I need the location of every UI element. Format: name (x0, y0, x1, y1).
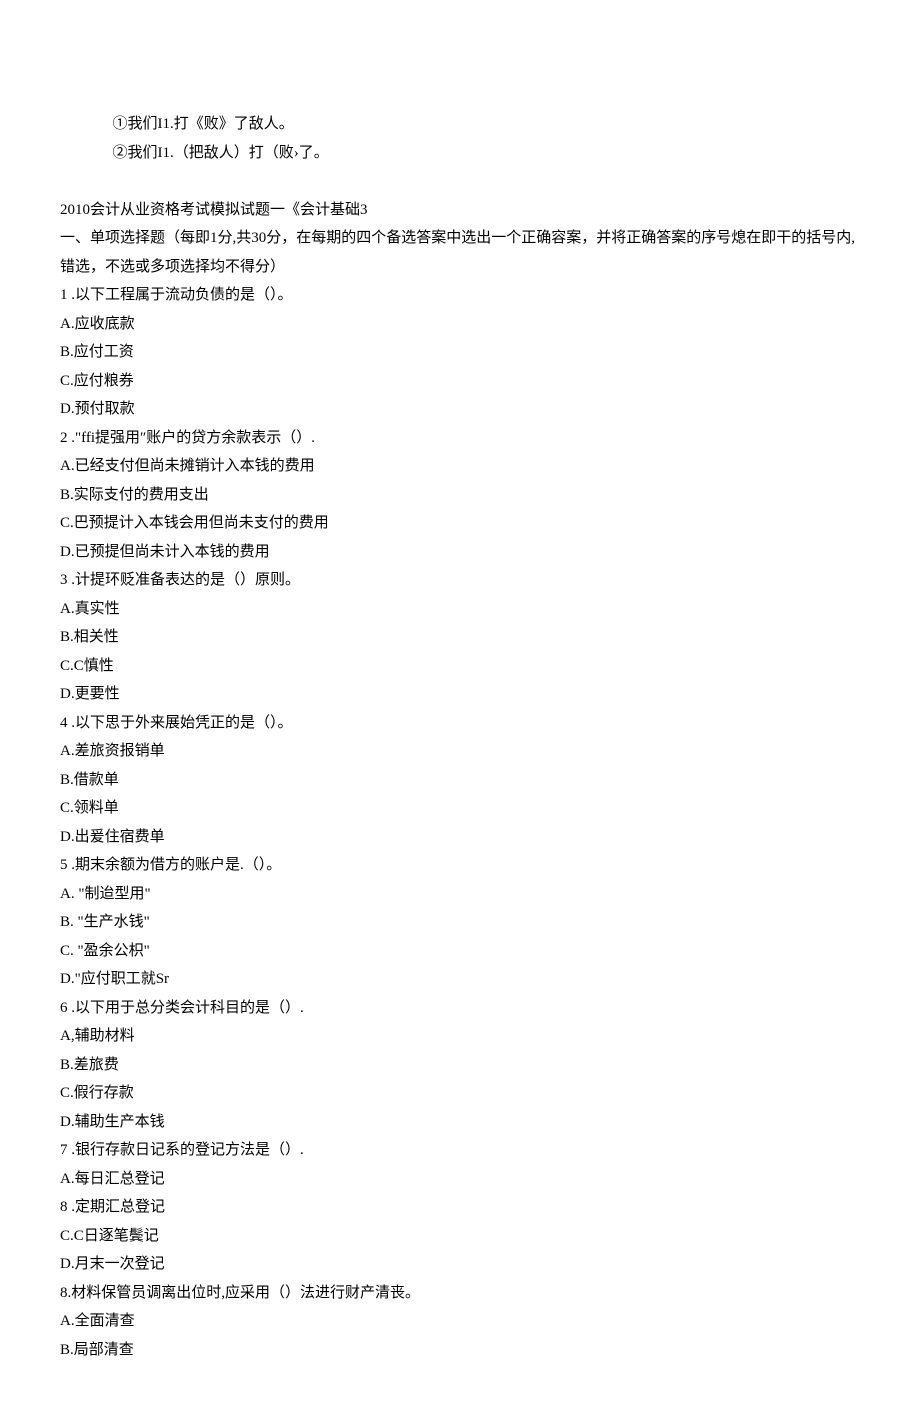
q5-option-b: B. "生产水钱" (60, 908, 860, 937)
q3-option-a: A.真实性 (60, 595, 860, 624)
q3-option-b: B.相关性 (60, 623, 860, 652)
doc-title: 2010会计从业资格考试模拟试题一《会计基础3 (60, 196, 860, 225)
q1-option-c: C.应付粮券 (60, 367, 860, 396)
q7-stem: 7 .银行存款日记系的登记方法是（）. (60, 1136, 860, 1165)
q5-stem: 5 .期末余额为借方的账户是.（）。 (60, 851, 860, 880)
q8-stem: 8.材料保管员调离出位时,应采用（）法进行财产清丧。 (60, 1279, 860, 1308)
q1-option-a: A.应收底款 (60, 310, 860, 339)
top-examples: ①我们I1.打《败》了敌人。 ②我们I1.（把敌人）打（败›了。 (60, 110, 860, 167)
q3-option-c: C.C慎性 (60, 652, 860, 681)
q2-option-b: B.实际支付的费用支出 (60, 481, 860, 510)
q2-option-c: C.巴预提计入本钱会用但尚未支付的费用 (60, 509, 860, 538)
q1-stem: 1 .以下工程属于流动负债的是（）。 (60, 281, 860, 310)
q4-option-b: B.借款单 (60, 766, 860, 795)
q2-option-d: D.已预提但尚未计入本钱的费用 (60, 538, 860, 567)
q8-option-a: A.全面清查 (60, 1307, 860, 1336)
section-instruction: 一、单项选择题（每即1分,共30分，在每期的四个备选答案中选出一个正确容案，并将… (60, 224, 860, 281)
q6-option-c: C.假行存款 (60, 1079, 860, 1108)
q7-option-b: 8 .定期汇总登记 (60, 1193, 860, 1222)
q6-option-a: A,辅助材料 (60, 1022, 860, 1051)
q7-option-c: C.C日逐笔鬓记 (60, 1222, 860, 1251)
q1-option-b: B.应付工资 (60, 338, 860, 367)
q7-option-a: A.每日汇总登记 (60, 1165, 860, 1194)
q1-option-d: D.预付取款 (60, 395, 860, 424)
example-line-2: ②我们I1.（把敌人）打（败›了。 (113, 139, 861, 168)
q6-option-d: D.辅助生产本钱 (60, 1108, 860, 1137)
q7-option-d: D.月末一次登记 (60, 1250, 860, 1279)
q5-option-d: D."应付职工就Sr (60, 965, 860, 994)
q6-stem: 6 .以下用于总分类会计科目的是（）. (60, 994, 860, 1023)
q8-option-b: B.局部清查 (60, 1336, 860, 1365)
example-line-1: ①我们I1.打《败》了敌人。 (113, 110, 861, 139)
q4-option-d: D.出爰住宿费单 (60, 823, 860, 852)
q4-option-a: A.差旅资报销单 (60, 737, 860, 766)
q4-option-c: C.领料单 (60, 794, 860, 823)
q3-option-d: D.更要性 (60, 680, 860, 709)
q6-option-b: B.差旅费 (60, 1051, 860, 1080)
q3-stem: 3 .计提环贬准备表达的是（）原则。 (60, 566, 860, 595)
q5-option-c: C. "盈余公枳" (60, 937, 860, 966)
q5-option-a: A. "制迨型用" (60, 880, 860, 909)
q2-stem: 2 ."ffi提强用″账户的贷方余款表示（）. (60, 424, 860, 453)
q4-stem: 4 .以下思于外来展始凭正的是（）。 (60, 709, 860, 738)
q2-option-a: A.已经支付但尚未摊销计入本钱的费用 (60, 452, 860, 481)
spacer (60, 167, 860, 196)
